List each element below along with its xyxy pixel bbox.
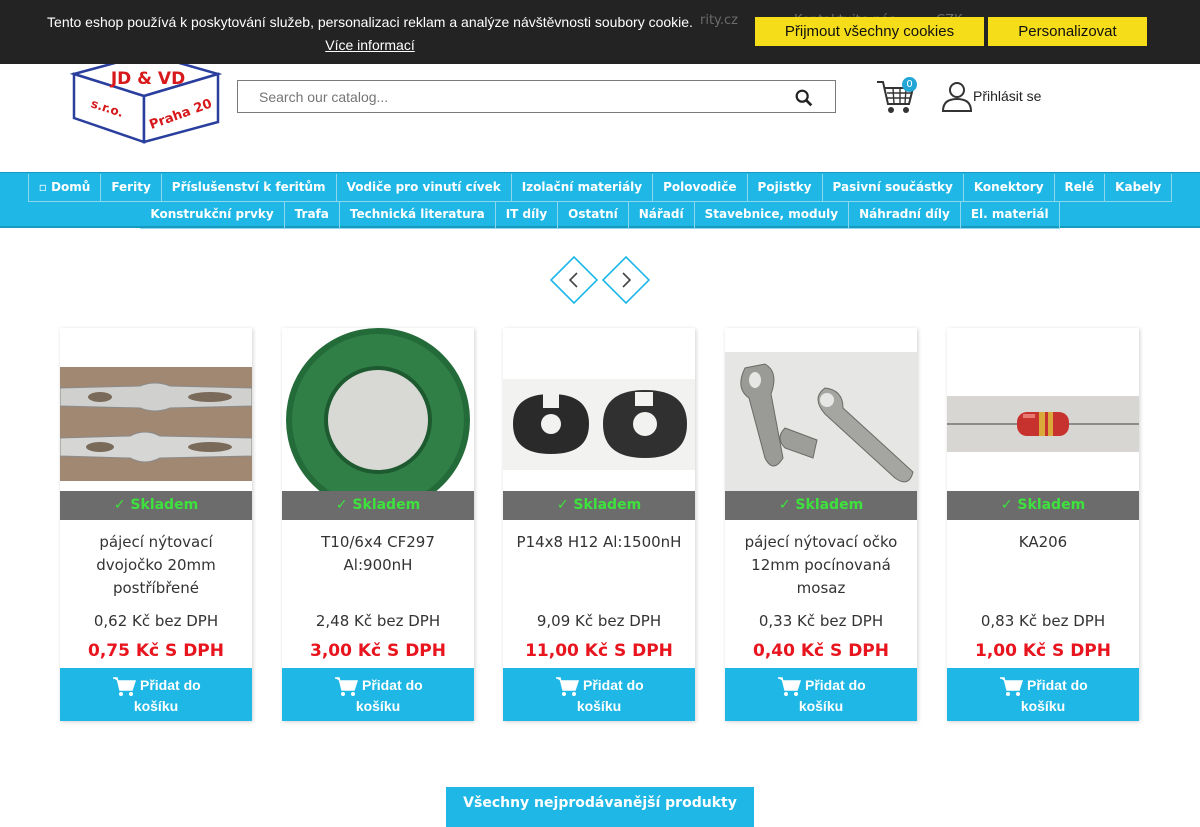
cart-icon: [556, 677, 579, 696]
add-to-cart-button[interactable]: Přidat do košíku: [282, 668, 474, 721]
price-with-vat: 1,00 Kč S DPH: [975, 641, 1111, 661]
product-card: ✓ Skladem pájecí nýtovací dvojočko 20mm …: [60, 328, 252, 721]
product-name[interactable]: KA206: [951, 531, 1135, 554]
personalize-cookies-button[interactable]: Personalizovat: [988, 17, 1147, 46]
cart-icon: [335, 677, 358, 696]
product-image[interactable]: [503, 328, 695, 492]
main-navigation: ▫ Domů Ferity Příslušenství k feritům Vo…: [0, 172, 1200, 229]
nav-item-insulation[interactable]: Izolační materiály: [511, 174, 654, 202]
cart-icon: [1000, 677, 1023, 696]
price-without-vat: 0,33 Kč bez DPH: [758, 612, 884, 630]
nav-item-coil-wires[interactable]: Vodiče pro vinutí cívek: [336, 174, 512, 202]
nav-item-spare-parts[interactable]: Náhradní díly: [849, 201, 961, 229]
price-without-vat: 9,09 Kč bez DPH: [536, 612, 662, 630]
login-link[interactable]: Přihlásit se: [973, 88, 1041, 104]
cart-count-badge: 0: [902, 77, 917, 92]
nav-item-relays[interactable]: Relé: [1054, 174, 1106, 202]
nav-item-cables[interactable]: Kabely: [1105, 174, 1173, 202]
product-card: ✓ Skladem P14x8 H12 Al:1500nH 9,09 Kč be…: [503, 328, 695, 721]
nav-item-fuses[interactable]: Pojistky: [747, 174, 823, 202]
nav-item-el-material[interactable]: El. materiál: [960, 201, 1060, 229]
search-icon[interactable]: [793, 87, 815, 109]
chevron-right-icon: [601, 255, 651, 305]
nav-row: Konstrukční prvky Trafa Technická litera…: [0, 201, 1200, 229]
add-to-cart-button[interactable]: Přidat do košíku: [60, 668, 252, 721]
stock-status: ✓ Skladem: [503, 491, 695, 520]
product-name[interactable]: P14x8 H12 Al:1500nH: [507, 531, 691, 554]
nav-item-other[interactable]: Ostatní: [558, 201, 629, 229]
add-to-cart-button[interactable]: Přidat do košíku: [947, 668, 1139, 721]
nav-item-transformers[interactable]: Trafa: [284, 201, 340, 229]
price-without-vat: 2,48 Kč bez DPH: [315, 612, 441, 630]
nav-item-connectors[interactable]: Konektory: [963, 174, 1055, 202]
stock-status: ✓ Skladem: [60, 491, 252, 520]
nav-item-construction[interactable]: Konstrukční prvky: [140, 201, 285, 229]
nav-item-ferity[interactable]: Ferity: [101, 174, 162, 202]
product-name[interactable]: pájecí nýtovací očko 12mm pocínovaná mos…: [729, 531, 913, 600]
nav-item-literature[interactable]: Technická literatura: [339, 201, 496, 229]
nav-row: ▫ Domů Ferity Příslušenství k feritům Vo…: [0, 174, 1200, 202]
search-bar: [237, 80, 836, 113]
chevron-left-icon: [549, 255, 599, 305]
product-card: ✓ Skladem KA206 0,83 Kč bez DPH 1,00 Kč …: [947, 328, 1139, 721]
price-with-vat: 11,00 Kč S DPH: [525, 641, 673, 661]
cart-icon: [113, 677, 136, 696]
stock-status: ✓ Skladem: [725, 491, 917, 520]
price-with-vat: 3,00 Kč S DPH: [310, 641, 446, 661]
product-name[interactable]: T10/6x4 CF297 Al:900nH: [286, 531, 470, 577]
cart-icon: [778, 677, 801, 696]
all-bestsellers-button[interactable]: Všechny nejprodávanější produkty: [446, 787, 754, 827]
product-name[interactable]: pájecí nýtovací dvojočko 20mm postříbřen…: [64, 531, 248, 600]
cookie-more-info-link[interactable]: Více informací: [40, 37, 700, 53]
svg-text:JD & VD: JD & VD: [110, 69, 185, 89]
nav-item-tools[interactable]: Nářadí: [628, 201, 695, 229]
stock-status: ✓ Skladem: [282, 491, 474, 520]
user-icon[interactable]: [941, 80, 973, 112]
price-with-vat: 0,40 Kč S DPH: [753, 641, 889, 661]
cookie-banner: rity.cz Kontaktujte nás CZK Tento eshop …: [0, 0, 1200, 64]
price-without-vat: 0,62 Kč bez DPH: [93, 612, 219, 630]
product-image[interactable]: [725, 328, 917, 492]
topbar-email[interactable]: rity.cz: [700, 13, 738, 28]
nav-item-home[interactable]: ▫ Domů: [27, 174, 102, 202]
nav-item-passive[interactable]: Pasivní součástky: [822, 174, 964, 202]
add-to-cart-button[interactable]: Přidat do košíku: [725, 668, 917, 721]
product-image[interactable]: [282, 328, 474, 492]
price-with-vat: 0,75 Kč S DPH: [88, 641, 224, 661]
search-input[interactable]: [259, 89, 759, 105]
nav-item-it-parts[interactable]: IT díly: [495, 201, 559, 229]
carousel-prev-button[interactable]: [549, 255, 599, 305]
product-image[interactable]: [60, 328, 252, 492]
nav-item-ferrite-accessories[interactable]: Příslušenství k feritům: [161, 174, 337, 202]
add-to-cart-button[interactable]: Přidat do košíku: [503, 668, 695, 721]
carousel-next-button[interactable]: [601, 255, 651, 305]
product-card: ✓ Skladem pájecí nýtovací očko 12mm pocí…: [725, 328, 917, 721]
price-without-vat: 0,83 Kč bez DPH: [980, 612, 1106, 630]
accept-cookies-button[interactable]: Přijmout všechny cookies: [755, 17, 984, 46]
nav-item-kits[interactable]: Stavebnice, moduly: [694, 201, 850, 229]
nav-item-semiconductors[interactable]: Polovodiče: [653, 174, 748, 202]
product-card: ✓ Skladem T10/6x4 CF297 Al:900nH 2,48 Kč…: [282, 328, 474, 721]
stock-status: ✓ Skladem: [947, 491, 1139, 520]
cookie-text: Tento eshop používá k poskytování služeb…: [47, 14, 693, 30]
product-image[interactable]: [947, 328, 1139, 492]
site-logo[interactable]: JD & VD s.r.o. Praha 20: [69, 52, 223, 144]
